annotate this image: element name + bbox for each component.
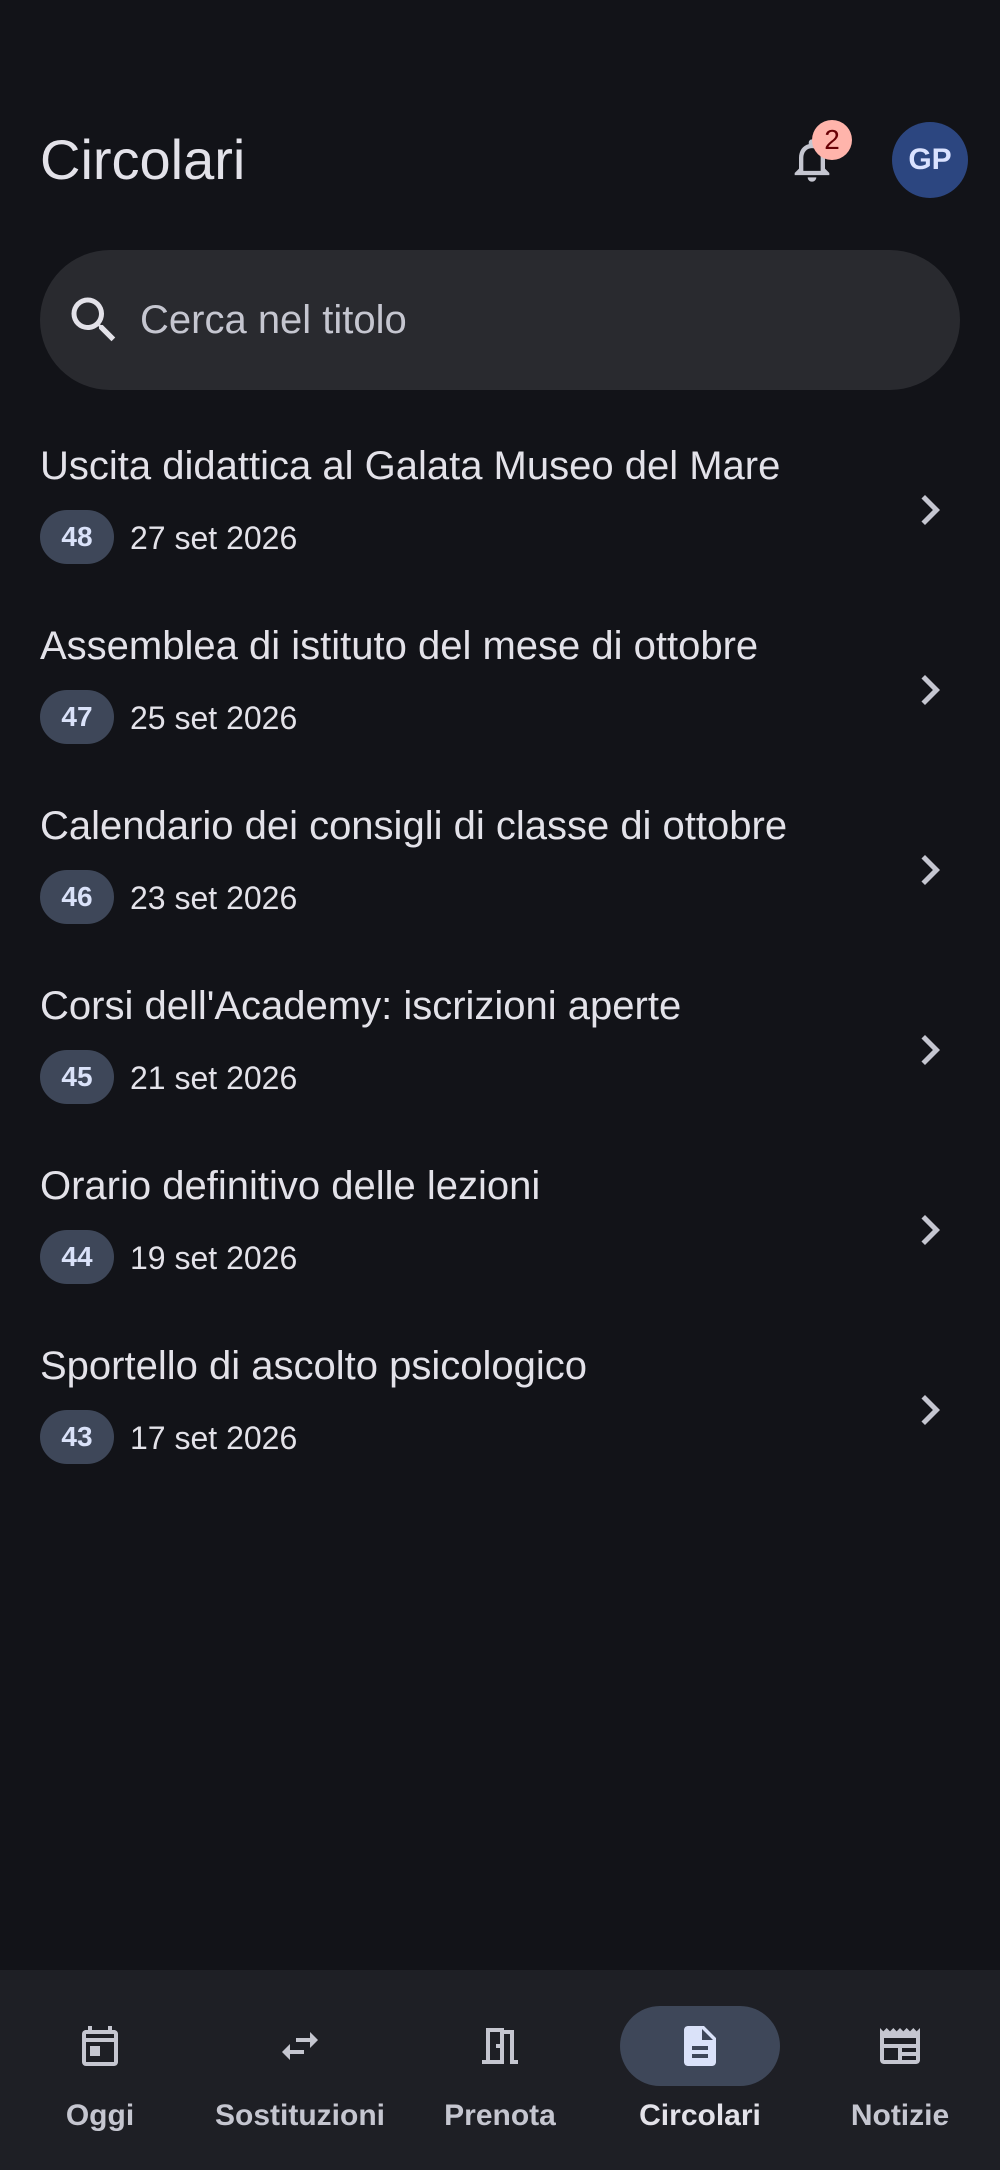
item-number-chip: 47	[40, 690, 114, 744]
chevron-right-icon	[921, 1395, 940, 1425]
list-item[interactable]: Orario definitivo delle lezioni 44 19 se…	[0, 1140, 1000, 1320]
list-item[interactable]: Uscita didattica al Galata Museo del Mar…	[0, 420, 1000, 600]
item-number-chip: 43	[40, 1410, 114, 1464]
nav-item-notizie[interactable]: Notizie	[800, 1970, 1000, 2170]
nav-item-prenota[interactable]: Prenota	[400, 1970, 600, 2170]
item-date: 17 set 2026	[130, 1420, 298, 1456]
top-app-bar: Circolari 2 GP	[0, 0, 1000, 240]
nav-label: Sostituzioni	[215, 2099, 385, 2132]
avatar[interactable]: GP	[892, 122, 968, 198]
newspaper-icon	[880, 2028, 920, 2064]
item-title: Sportello di ascolto psicologico	[40, 1344, 587, 1388]
nav-label: Prenota	[444, 2099, 556, 2132]
item-date: 27 set 2026	[130, 520, 298, 556]
list-item[interactable]: Corsi dell'Academy: iscrizioni aperte 45…	[0, 960, 1000, 1140]
chevron-right-icon	[921, 855, 940, 885]
nav-item-sostituzioni[interactable]: Sostituzioni	[200, 1970, 400, 2170]
nav-label: Oggi	[65, 2099, 135, 2132]
door-icon	[482, 2028, 518, 2064]
calendar-icon	[82, 2026, 118, 2066]
document-icon	[684, 2026, 716, 2066]
search-input[interactable]	[140, 290, 920, 350]
chevron-right-icon	[921, 1035, 940, 1065]
chevron-right-icon	[921, 495, 940, 525]
item-date: 21 set 2026	[130, 1060, 298, 1096]
item-title: Uscita didattica al Galata Museo del Mar…	[40, 444, 781, 488]
item-title: Calendario dei consigli di classe di ott…	[40, 804, 788, 848]
item-number-chip: 46	[40, 870, 114, 924]
nav-label: Notizie	[850, 2099, 950, 2132]
notification-badge: 2	[812, 120, 852, 160]
nav-item-circolari[interactable]: Circolari	[600, 1970, 800, 2170]
item-number-chip: 44	[40, 1230, 114, 1284]
swap-icon	[282, 2032, 318, 2060]
circolari-list: Uscita didattica al Galata Museo del Mar…	[0, 420, 1000, 1500]
list-item[interactable]: Calendario dei consigli di classe di ott…	[0, 780, 1000, 960]
list-item[interactable]: Sportello di ascolto psicologico 43 17 s…	[0, 1320, 1000, 1500]
app-screen: Circolari 2 GP Uscita didattica al Galat…	[0, 0, 1000, 2170]
item-title: Orario definitivo delle lezioni	[40, 1164, 541, 1208]
item-date: 23 set 2026	[130, 880, 298, 916]
chevron-right-icon	[921, 675, 940, 705]
item-title: Assemblea di istituto del mese di ottobr…	[40, 624, 759, 668]
item-number-chip: 45	[40, 1050, 114, 1104]
item-date: 19 set 2026	[130, 1240, 298, 1276]
list-item[interactable]: Assemblea di istituto del mese di ottobr…	[0, 600, 1000, 780]
search-bar[interactable]	[40, 250, 960, 390]
page-title: Circolari	[40, 128, 246, 191]
item-number-chip: 48	[40, 510, 114, 564]
bottom-navigation-bar: Oggi Sostituzioni Prenota Circolari Noti…	[0, 1970, 1000, 2170]
nav-item-oggi[interactable]: Oggi	[0, 1970, 200, 2170]
item-date: 25 set 2026	[130, 700, 298, 736]
chevron-right-icon	[921, 1215, 940, 1245]
item-title: Corsi dell'Academy: iscrizioni aperte	[40, 984, 682, 1028]
search-icon	[71, 297, 116, 342]
nav-label: Circolari	[639, 2099, 761, 2132]
